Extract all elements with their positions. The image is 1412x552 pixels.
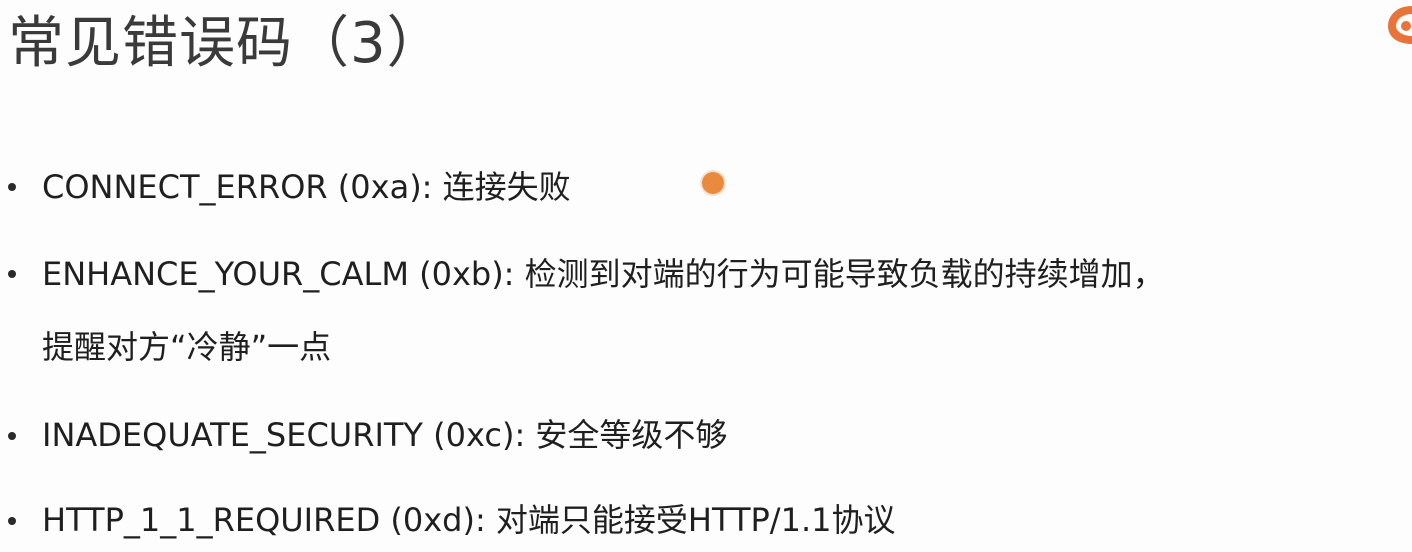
list-item-text: INADEQUATE_SECURITY (0xc): 安全等级不够 xyxy=(42,416,728,454)
slide-title: 常见错误码（3） xyxy=(8,11,444,76)
list-item-text: ENHANCE_YOUR_CALM (0xb): 检测到对端的行为可能导致负载的… xyxy=(42,255,1165,293)
bullet-dot-icon xyxy=(8,517,16,525)
list-item-text: CONNECT_ERROR (0xa): 连接失败 xyxy=(42,168,571,206)
bullet-dot-icon xyxy=(8,270,16,278)
bullet-dot-icon xyxy=(8,432,16,440)
laser-pointer-icon xyxy=(702,172,724,194)
brand-logo-icon xyxy=(1378,0,1412,50)
list-item-text-continuation: 提醒对方“冷静”一点 xyxy=(42,328,332,366)
list-item-text: HTTP_1_1_REQUIRED (0xd): 对端只能接受HTTP/1.1协… xyxy=(42,501,896,539)
bullet-dot-icon xyxy=(8,183,16,191)
